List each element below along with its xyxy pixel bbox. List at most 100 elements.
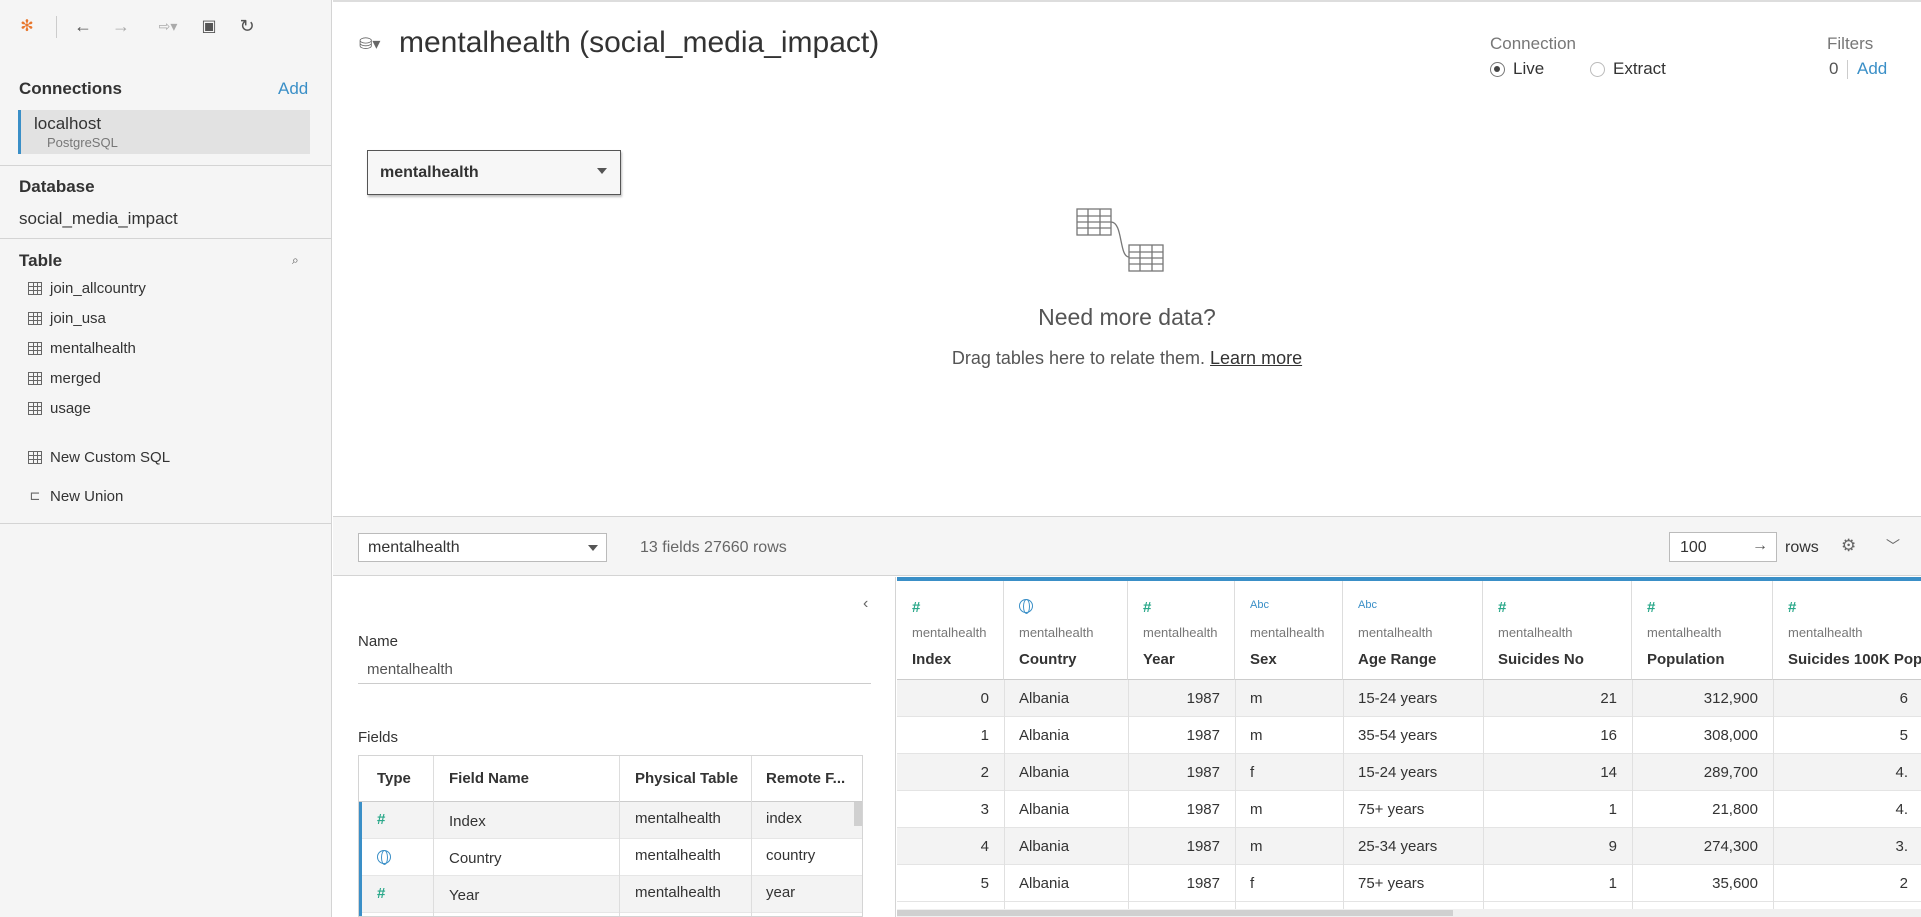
- number-type-icon[interactable]: #: [377, 885, 385, 902]
- table-cell[interactable]: 1987: [1187, 875, 1220, 892]
- table-cell[interactable]: 1987: [1187, 727, 1220, 744]
- table-cell[interactable]: 5: [981, 875, 989, 892]
- add-filter-link[interactable]: Add: [1857, 59, 1887, 79]
- table-cell[interactable]: m: [1250, 801, 1263, 818]
- column-header[interactable]: Remote F...: [766, 770, 845, 787]
- table-cell[interactable]: 1987: [1187, 690, 1220, 707]
- table-cell[interactable]: 0: [981, 690, 989, 707]
- column-header[interactable]: Physical Table: [635, 770, 738, 787]
- table-cell[interactable]: 21,800: [1712, 801, 1758, 818]
- table-row[interactable]: 5 Albania 1987 f 75+ years 1 35,600 2: [897, 865, 1921, 902]
- table-cell[interactable]: 16: [1600, 727, 1617, 744]
- table-cell[interactable]: Albania: [1019, 690, 1069, 707]
- table-cell[interactable]: 14: [1600, 764, 1617, 781]
- save-icon[interactable]: ▣: [198, 14, 220, 38]
- table-cell[interactable]: 274,300: [1704, 838, 1758, 855]
- number-type-icon[interactable]: #: [1498, 599, 1506, 616]
- column-name[interactable]: Suicides No: [1498, 651, 1584, 668]
- datasource-icon[interactable]: ⛁▾: [359, 34, 380, 54]
- table-row[interactable]: 1 Albania 1987 m 35-54 years 16 308,000 5: [897, 717, 1921, 754]
- extract-radio[interactable]: Extract: [1590, 59, 1666, 79]
- table-cell[interactable]: Albania: [1019, 875, 1069, 892]
- number-type-icon[interactable]: #: [377, 811, 385, 828]
- chevron-down-icon[interactable]: ﹀: [1886, 536, 1900, 556]
- table-cell[interactable]: 15-24 years: [1358, 690, 1437, 707]
- table-item[interactable]: mentalhealth: [28, 336, 136, 360]
- table-cell[interactable]: 1: [1609, 801, 1617, 818]
- column-name[interactable]: Population: [1647, 651, 1725, 668]
- horizontal-scrollbar[interactable]: [897, 909, 1921, 917]
- table-cell[interactable]: 21: [1600, 690, 1617, 707]
- table-cell[interactable]: 289,700: [1704, 764, 1758, 781]
- table-cell[interactable]: 2: [1900, 875, 1908, 892]
- table-cell[interactable]: 1987: [1187, 838, 1220, 855]
- table-row[interactable]: 0 Albania 1987 m 15-24 years 21 312,900 6: [897, 680, 1921, 717]
- table-cell[interactable]: 75+ years: [1358, 875, 1424, 892]
- grid-column-header[interactable]: mentalhealth Country: [1004, 581, 1128, 680]
- connection-item-localhost[interactable]: localhost PostgreSQL: [18, 110, 310, 154]
- table-cell[interactable]: Albania: [1019, 764, 1069, 781]
- table-cell[interactable]: 4: [981, 838, 989, 855]
- column-name[interactable]: Suicides 100K Pop: [1788, 651, 1921, 668]
- table-cell[interactable]: f: [1250, 875, 1254, 892]
- field-row[interactable]: Country mentalhealth country: [359, 839, 862, 876]
- column-header[interactable]: Field Name: [449, 770, 529, 787]
- database-selector[interactable]: social_media_impact: [19, 209, 178, 229]
- table-item[interactable]: join_usa: [28, 306, 106, 330]
- table-cell[interactable]: 1: [981, 727, 989, 744]
- vertical-scrollbar[interactable]: [854, 802, 862, 826]
- table-cell[interactable]: 75+ years: [1358, 801, 1424, 818]
- column-header[interactable]: Type: [377, 770, 411, 787]
- column-name[interactable]: Country: [1019, 651, 1077, 668]
- add-connection-link[interactable]: Add: [278, 79, 308, 99]
- name-field[interactable]: mentalhealth: [367, 661, 453, 678]
- table-item[interactable]: usage: [28, 396, 91, 420]
- table-cell[interactable]: 3: [981, 801, 989, 818]
- table-cell[interactable]: 312,900: [1704, 690, 1758, 707]
- new-custom-sql[interactable]: New Custom SQL: [28, 445, 170, 469]
- table-cell[interactable]: 308,000: [1704, 727, 1758, 744]
- table-select[interactable]: mentalhealth: [358, 533, 607, 562]
- table-cell[interactable]: m: [1250, 838, 1263, 855]
- number-type-icon[interactable]: #: [1647, 599, 1655, 616]
- grid-column-header[interactable]: # mentalhealth Year: [1128, 581, 1235, 680]
- scrollbar-thumb[interactable]: [897, 910, 1453, 916]
- redo-icon[interactable]: →: [110, 14, 132, 38]
- grid-column-header[interactable]: # mentalhealth Population: [1632, 581, 1773, 680]
- gear-icon[interactable]: ⚙: [1841, 536, 1856, 556]
- table-item[interactable]: merged: [28, 366, 101, 390]
- number-type-icon[interactable]: #: [1143, 599, 1151, 616]
- table-cell[interactable]: 1987: [1187, 764, 1220, 781]
- table-row[interactable]: 4 Albania 1987 m 25-34 years 9 274,300 3.: [897, 828, 1921, 865]
- refresh-icon[interactable]: ↻: [236, 14, 258, 38]
- table-cell[interactable]: 35-54 years: [1358, 727, 1437, 744]
- table-cell[interactable]: Albania: [1019, 727, 1069, 744]
- column-name[interactable]: Age Range: [1358, 651, 1436, 668]
- table-cell[interactable]: 15-24 years: [1358, 764, 1437, 781]
- string-type-icon[interactable]: Abc: [1358, 599, 1377, 611]
- table-cell[interactable]: 1: [1609, 875, 1617, 892]
- table-cell[interactable]: m: [1250, 690, 1263, 707]
- table-cell[interactable]: 4.: [1895, 801, 1908, 818]
- table-cell[interactable]: 1987: [1187, 801, 1220, 818]
- table-cell[interactable]: 35,600: [1712, 875, 1758, 892]
- field-name[interactable]: Country: [449, 850, 502, 867]
- table-row[interactable]: 2 Albania 1987 f 15-24 years 14 289,700 4.: [897, 754, 1921, 791]
- table-cell[interactable]: 4.: [1895, 764, 1908, 781]
- number-type-icon[interactable]: #: [1788, 599, 1796, 616]
- field-name[interactable]: Year: [449, 887, 479, 904]
- table-cell[interactable]: f: [1250, 764, 1254, 781]
- field-row[interactable]: # Index mentalhealth index: [359, 802, 862, 839]
- column-name[interactable]: Year: [1143, 651, 1175, 668]
- rows-input[interactable]: 100 →: [1669, 532, 1777, 562]
- forward-dropdown-icon[interactable]: ⇨▾: [148, 14, 188, 38]
- grid-column-header[interactable]: Abc mentalhealth Sex: [1235, 581, 1343, 680]
- table-cell[interactable]: 6: [1900, 690, 1908, 707]
- arrow-right-icon[interactable]: →: [1752, 537, 1768, 555]
- new-union[interactable]: ⊏ New Union: [28, 484, 124, 508]
- relationship-canvas[interactable]: ⛁▾ mentalhealth (social_media_impact) Co…: [333, 0, 1921, 515]
- chevron-left-icon[interactable]: ‹: [863, 595, 868, 613]
- table-row[interactable]: 3 Albania 1987 m 75+ years 1 21,800 4.: [897, 791, 1921, 828]
- grid-column-header[interactable]: # mentalhealth Suicides 100K Pop: [1773, 581, 1921, 680]
- grid-column-header[interactable]: # mentalhealth Suicides No: [1483, 581, 1632, 680]
